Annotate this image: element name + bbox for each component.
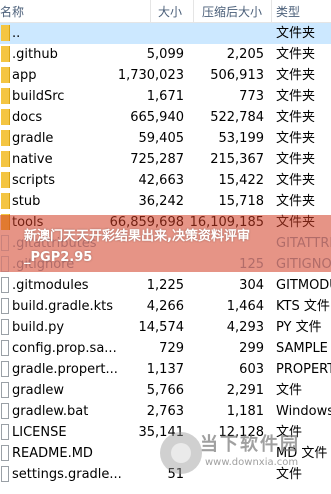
folder-icon [1, 172, 10, 188]
file-size: 36,242 [138, 194, 185, 209]
file-size: 4,266 [146, 299, 184, 314]
file-row[interactable]: buildSrc 1,671 773 文件夹 [0, 86, 331, 107]
file-row[interactable]: gradlew 5,766 2,291 文件 [0, 380, 331, 401]
header-separator [271, 0, 272, 22]
file-compressed-size: 215,367 [210, 152, 264, 167]
file-icon [1, 445, 9, 461]
file-row[interactable]: gradlew.bat 2,763 1,181 Windows [0, 401, 331, 422]
file-type: Windows [276, 404, 331, 419]
file-compressed-size: 299 [239, 341, 264, 356]
watermark-logo-icon [160, 432, 202, 474]
file-size: 59,405 [138, 131, 185, 146]
file-icon [1, 403, 9, 419]
file-compressed-size: 773 [239, 89, 264, 104]
file-type: 文件夹 [276, 89, 316, 104]
file-row[interactable]: gradle 59,405 53,199 文件夹 [0, 128, 331, 149]
folder-icon [1, 25, 10, 41]
file-type: PY 文件 [276, 320, 322, 335]
parent-directory-row[interactable]: .. 文件夹 [0, 23, 331, 44]
folder-icon [1, 88, 10, 104]
file-type: KTS 文件 [276, 299, 330, 314]
watermark-text: 当下软件园 [200, 434, 300, 455]
file-size: 5,099 [146, 47, 184, 62]
file-size: 665,940 [130, 110, 184, 125]
folder-icon [1, 46, 10, 62]
file-compressed-size: 15,422 [218, 173, 265, 188]
file-size [104, 23, 184, 44]
file-compressed-size: 522,784 [210, 110, 264, 125]
watermark-url: www.downxia.com [205, 457, 299, 468]
file-type: 文件夹 [276, 173, 316, 188]
file-row[interactable]: scripts 42,663 15,422 文件夹 [0, 170, 331, 191]
file-type: 文件夹 [276, 131, 316, 146]
banner-text: 新澳门天天开彩结果出来,决策资料评审_PGP2.95 [24, 229, 250, 265]
header-compressed[interactable]: 压缩后大小 [202, 4, 268, 20]
file-compressed-size: 15,718 [218, 194, 265, 209]
file-compressed-size: 4,293 [226, 320, 264, 335]
file-size: 5,766 [146, 383, 184, 398]
file-compressed-size: 506,913 [210, 68, 264, 83]
file-size: 1,730,023 [117, 68, 184, 83]
file-icon [1, 424, 9, 440]
file-type: 文件夹 [276, 26, 316, 41]
file-type: 文件夹 [276, 194, 316, 209]
file-row[interactable]: stub 36,242 15,718 文件夹 [0, 191, 331, 212]
file-type: 文件夹 [276, 68, 316, 83]
file-compressed-size: 603 [239, 362, 264, 377]
folder-icon [1, 193, 10, 209]
file-row[interactable]: .gitmodules1,225304GITMODU [0, 275, 331, 296]
file-size: 42,663 [138, 173, 185, 188]
file-compressed-size: 1,181 [226, 404, 264, 419]
file-size: 1,671 [146, 89, 184, 104]
file-compressed-size: 2,291 [226, 383, 264, 398]
file-icon [1, 319, 9, 335]
file-icon [1, 361, 9, 377]
file-compressed-size: 1,464 [226, 299, 264, 314]
file-type: GITMODU [276, 278, 331, 293]
file-row[interactable]: app 1,730,023 506,913 文件夹 [0, 65, 331, 86]
file-row[interactable]: build.py 14,574 4,293 PY 文件 [0, 317, 331, 338]
header-separator [150, 0, 151, 22]
file-size: 1,137 [146, 362, 184, 377]
file-size: 2,763 [146, 404, 184, 419]
file-type: 文件 [276, 383, 303, 398]
file-icon [1, 466, 9, 482]
file-icon [1, 277, 9, 293]
file-row[interactable]: docs 665,940 522,784 文件夹 [0, 107, 331, 128]
header-name[interactable]: 名称 [0, 4, 150, 20]
file-icon [1, 382, 9, 398]
folder-icon [1, 67, 10, 83]
file-row[interactable]: config.prop.sa...729299SAMPLE 文 [0, 338, 331, 359]
file-type: 文件夹 [276, 110, 316, 125]
folder-icon [1, 109, 10, 125]
file-type: PROPERT [276, 362, 331, 377]
file-compressed-size: 2,205 [226, 47, 264, 62]
file-icon [1, 298, 9, 314]
file-type: 文件夹 [276, 47, 316, 62]
file-row[interactable]: build.gradle.kts 4,266 1,464 KTS 文件 [0, 296, 331, 317]
file-row[interactable]: .github 5,099 2,205 文件夹 [0, 44, 331, 65]
header-size[interactable]: 大小 [158, 4, 183, 20]
file-row[interactable]: gradle.propert... 1,137 603 PROPERT [0, 359, 331, 380]
file-type: 文件夹 [276, 152, 316, 167]
file-compressed-size: 53,199 [218, 131, 265, 146]
file-icon [1, 340, 9, 356]
folder-icon [1, 151, 10, 167]
file-compressed-size [184, 23, 264, 44]
header-type[interactable]: 类型 [276, 4, 316, 20]
file-size: 725,287 [130, 152, 184, 167]
column-header: 名称 大小 压缩后大小 类型 [0, 0, 331, 23]
file-size: 14,574 [138, 320, 185, 335]
header-separator [193, 0, 194, 22]
folder-icon [1, 130, 10, 146]
file-compressed-size: 304 [239, 278, 264, 293]
file-size: 1,225 [146, 278, 184, 293]
file-type: SAMPLE 文 [276, 341, 331, 356]
file-size: 729 [159, 341, 184, 356]
file-row[interactable]: native 725,287 215,367 文件夹 [0, 149, 331, 170]
